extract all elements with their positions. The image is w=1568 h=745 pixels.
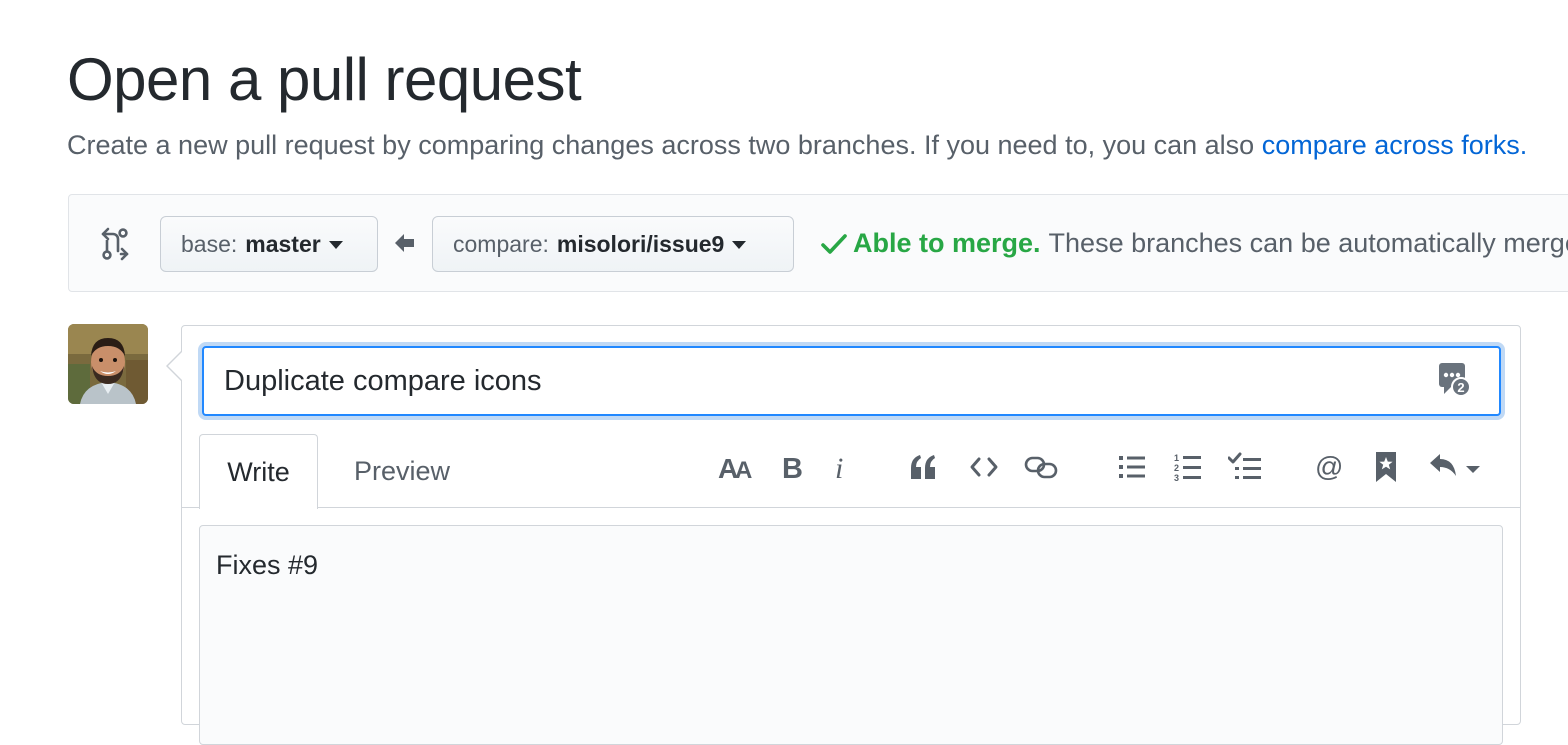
base-label: base: xyxy=(181,230,238,257)
svg-text:3: 3 xyxy=(1174,473,1179,482)
editor-tab-bar: Write Preview AA B i 123 @ xyxy=(182,434,1520,509)
merge-status: Able to merge. These branches can be aut… xyxy=(821,228,1568,259)
arrow-left-icon xyxy=(395,234,414,252)
compare-branches-icon xyxy=(101,227,129,261)
title-input[interactable] xyxy=(202,346,1501,416)
svg-text:1: 1 xyxy=(1174,453,1179,463)
merge-status-label: Able to merge. xyxy=(853,228,1041,258)
branch-range-bar: base: master compare: misolori/issue9 Ab… xyxy=(68,194,1568,292)
user-avatar-image xyxy=(68,324,148,404)
quote-icon[interactable] xyxy=(907,449,939,485)
base-branch-button[interactable]: base: master xyxy=(160,216,378,272)
merge-status-message: These branches can be automatically merg… xyxy=(1048,228,1568,258)
cross-reference-icon[interactable] xyxy=(1373,449,1399,485)
svg-text:A: A xyxy=(735,457,752,482)
subtitle-text: Create a new pull request by comparing c… xyxy=(67,130,1262,160)
tab-preview[interactable]: Preview xyxy=(332,434,472,508)
svg-text:B: B xyxy=(782,453,803,482)
pull-request-form: 2 Write Preview AA B i 123 xyxy=(181,325,1521,745)
page-subtitle: Create a new pull request by comparing c… xyxy=(67,128,1527,162)
svg-text:2: 2 xyxy=(1174,463,1179,473)
check-icon xyxy=(821,233,847,254)
compare-label: compare: xyxy=(453,230,549,257)
text-size-icon[interactable]: AA xyxy=(717,449,755,485)
saved-replies-counter-icon[interactable]: 2 xyxy=(1438,362,1472,398)
svg-text:@: @ xyxy=(1315,451,1343,482)
compare-branch-name: misolori/issue9 xyxy=(556,230,725,257)
task-list-icon[interactable] xyxy=(1227,449,1263,485)
compare-branch-button[interactable]: compare: misolori/issue9 xyxy=(432,216,794,272)
link-icon[interactable] xyxy=(1024,449,1058,485)
italic-icon[interactable]: i xyxy=(832,449,850,485)
comment-body-textarea[interactable]: Fixes #9 xyxy=(199,525,1503,745)
code-icon[interactable] xyxy=(968,449,1000,485)
caret-down-icon xyxy=(328,241,343,249)
unordered-list-icon[interactable] xyxy=(1117,449,1147,485)
page-title: Open a pull request xyxy=(67,46,582,113)
mention-icon[interactable]: @ xyxy=(1313,449,1347,485)
svg-text:i: i xyxy=(835,452,843,482)
saved-replies-icon[interactable] xyxy=(1427,449,1481,485)
ordered-list-icon[interactable]: 123 xyxy=(1173,449,1203,485)
comment-pointer-fill xyxy=(168,351,183,381)
tab-write[interactable]: Write xyxy=(199,434,318,509)
caret-down-icon xyxy=(732,241,747,249)
svg-text:2: 2 xyxy=(1457,380,1464,395)
bold-icon[interactable]: B xyxy=(780,449,804,485)
avatar[interactable] xyxy=(68,324,148,404)
base-branch-name: master xyxy=(245,230,321,257)
compare-across-forks-link[interactable]: compare across forks. xyxy=(1262,130,1528,160)
